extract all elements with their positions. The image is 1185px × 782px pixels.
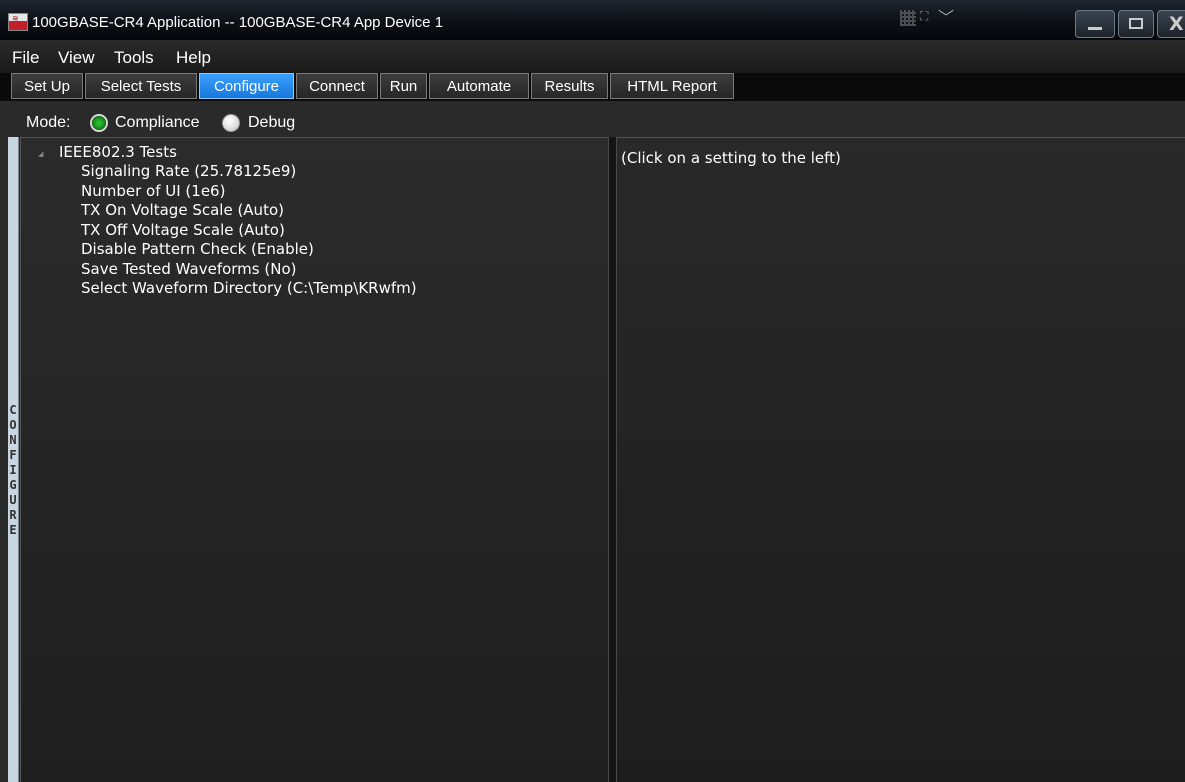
menu-file[interactable]: File	[12, 48, 39, 68]
tab-select-tests[interactable]: Select Tests	[85, 73, 197, 99]
settings-tree: ◢ IEEE802.3 Tests Signaling Rate (25.781…	[20, 137, 608, 782]
minimize-icon	[1088, 27, 1102, 30]
collapse-triangle-icon[interactable]: ◢	[38, 150, 43, 158]
maximize-button[interactable]	[1118, 10, 1154, 38]
window-title: 100GBASE-CR4 Application -- 100GBASE-CR4…	[32, 14, 444, 31]
expand-icon[interactable]: ⛶	[920, 9, 928, 24]
app-logo-icon[interactable]: ≋	[8, 13, 28, 31]
tab-html-report[interactable]: HTML Report	[610, 73, 734, 99]
compliance-label[interactable]: Compliance	[115, 114, 199, 132]
pane-splitter[interactable]	[608, 137, 617, 782]
setting-tx-off-voltage-scale[interactable]: TX Off Voltage Scale (Auto)	[81, 221, 417, 241]
tree-root-ieee8023-tests[interactable]: IEEE802.3 Tests	[59, 143, 177, 161]
compliance-radio[interactable]	[90, 114, 108, 132]
configure-side-tab[interactable]: CONFIGURE	[8, 137, 19, 782]
menu-view[interactable]: View	[58, 48, 95, 68]
tab-run[interactable]: Run	[380, 73, 427, 99]
setting-number-of-ui[interactable]: Number of UI (1e6)	[81, 182, 417, 202]
configure-panel: Mode: Compliance Debug CONFIGURE ◢ IEEE8…	[0, 101, 1185, 782]
tab-bar: Set Up Select Tests Configure Connect Ru…	[0, 73, 1185, 101]
debug-label[interactable]: Debug	[248, 114, 295, 132]
close-button[interactable]: X	[1157, 10, 1185, 38]
close-icon: X	[1169, 13, 1184, 35]
setting-signaling-rate[interactable]: Signaling Rate (25.78125e9)	[81, 162, 417, 182]
details-hint: (Click on a setting to the left)	[621, 149, 841, 167]
menu-help[interactable]: Help	[176, 48, 211, 68]
setting-tx-on-voltage-scale[interactable]: TX On Voltage Scale (Auto)	[81, 201, 417, 221]
tab-results[interactable]: Results	[531, 73, 608, 99]
setting-select-waveform-directory[interactable]: Select Waveform Directory (C:\Temp\KRwfm…	[81, 279, 417, 299]
title-bar[interactable]: ≋ 100GBASE-CR4 Application -- 100GBASE-C…	[0, 0, 1185, 40]
grid-icon[interactable]	[900, 10, 916, 26]
menu-bar: File View Tools Help	[0, 40, 1185, 73]
tab-set-up[interactable]: Set Up	[11, 73, 83, 99]
tab-connect[interactable]: Connect	[296, 73, 378, 99]
setting-disable-pattern-check[interactable]: Disable Pattern Check (Enable)	[81, 240, 417, 260]
chevron-down-icon[interactable]: ﹀	[938, 4, 954, 28]
side-tab-label: CONFIGURE	[9, 403, 17, 537]
tab-automate[interactable]: Automate	[429, 73, 529, 99]
mode-label: Mode:	[26, 114, 71, 131]
tab-configure[interactable]: Configure	[199, 73, 294, 99]
setting-details-pane: (Click on a setting to the left)	[617, 137, 1185, 782]
setting-save-tested-waveforms[interactable]: Save Tested Waveforms (No)	[81, 260, 417, 280]
menu-tools[interactable]: Tools	[114, 48, 154, 68]
minimize-button[interactable]	[1075, 10, 1115, 38]
app-window: ≋ 100GBASE-CR4 Application -- 100GBASE-C…	[0, 0, 1185, 782]
maximize-icon	[1129, 18, 1143, 29]
tree-items: Signaling Rate (25.78125e9) Number of UI…	[81, 162, 417, 299]
debug-radio[interactable]	[222, 114, 240, 132]
